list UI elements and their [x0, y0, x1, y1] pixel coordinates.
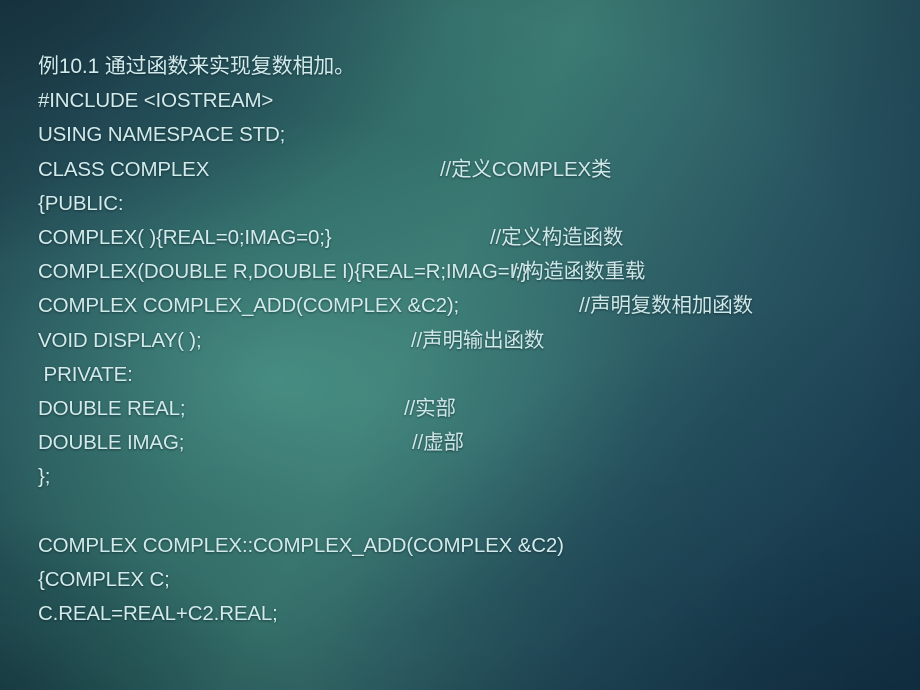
code-listing: 例10.1 通过函数来实现复数相加。 #INCLUDE <IOSTREAM> USI… [38, 50, 898, 631]
code-statement: VOID DISPLAY( ); [38, 328, 202, 352]
code-line: COMPLEX(DOUBLE R,DOUBLE I){REAL=R;IMAG=I… [38, 255, 898, 289]
code-comment: //构造函数重载 [512, 260, 646, 284]
code-line: COMPLEX( ){REAL=0;IMAG=0;} //定义构造函数 [38, 221, 898, 255]
code-statement: PRIVATE: [38, 362, 133, 386]
code-statement: COMPLEX( ){REAL=0;IMAG=0;} [38, 225, 332, 249]
code-statement: COMPLEX(DOUBLE R,DOUBLE I){REAL=R;IMAG=I… [38, 260, 528, 284]
code-comment: //定义构造函数 [490, 225, 624, 249]
code-line: 例10.1 通过函数来实现复数相加。 [38, 50, 898, 84]
code-line: COMPLEX COMPLEX::COMPLEX_ADD(COMPLEX &C2… [38, 529, 898, 563]
code-statement: C.REAL=REAL+C2.REAL; [38, 602, 278, 625]
code-line: PRIVATE: [38, 358, 898, 392]
slide-title-text: 例10.1 通过函数来实现复数相加。 [38, 55, 356, 78]
code-line: #INCLUDE <IOSTREAM> [38, 84, 898, 118]
code-statement: {PUBLIC: [38, 191, 124, 215]
code-line: DOUBLE REAL; //实部 [38, 392, 898, 426]
code-line: C.REAL=REAL+C2.REAL; [38, 597, 898, 631]
code-line: }; [38, 460, 898, 494]
code-line: CLASS COMPLEX //定义COMPLEX类 [38, 153, 898, 187]
code-line: VOID DISPLAY( ); //声明输出函数 [38, 324, 898, 358]
code-statement: COMPLEX COMPLEX_ADD(COMPLEX &C2); [38, 294, 460, 318]
code-line: {COMPLEX C; [38, 563, 898, 597]
code-comment: //虚部 [412, 431, 464, 455]
code-comment: //声明输出函数 [411, 328, 545, 352]
code-statement: }; [38, 465, 51, 489]
code-statement: DOUBLE IMAG; [38, 431, 185, 455]
code-statement: DOUBLE REAL; [38, 396, 186, 420]
code-statement: CLASS COMPLEX [38, 157, 210, 181]
code-comment: //实部 [404, 396, 456, 420]
code-line: {PUBLIC: [38, 187, 898, 221]
code-statement: USING NAMESPACE STD; [38, 123, 286, 147]
code-statement: COMPLEX COMPLEX::COMPLEX_ADD(COMPLEX &C2… [38, 533, 564, 557]
code-comment: //声明复数相加函数 [579, 294, 753, 318]
code-statement: {COMPLEX C; [38, 567, 170, 591]
code-line: DOUBLE IMAG; //虚部 [38, 426, 898, 460]
code-statement: #INCLUDE <IOSTREAM> [38, 89, 274, 113]
code-comment: //定义COMPLEX类 [440, 157, 612, 181]
code-line: COMPLEX COMPLEX_ADD(COMPLEX &C2); //声明复数相… [38, 289, 898, 323]
presentation-slide: 例10.1 通过函数来实现复数相加。 #INCLUDE <IOSTREAM> USI… [0, 0, 920, 690]
code-line: USING NAMESPACE STD; [38, 118, 898, 152]
